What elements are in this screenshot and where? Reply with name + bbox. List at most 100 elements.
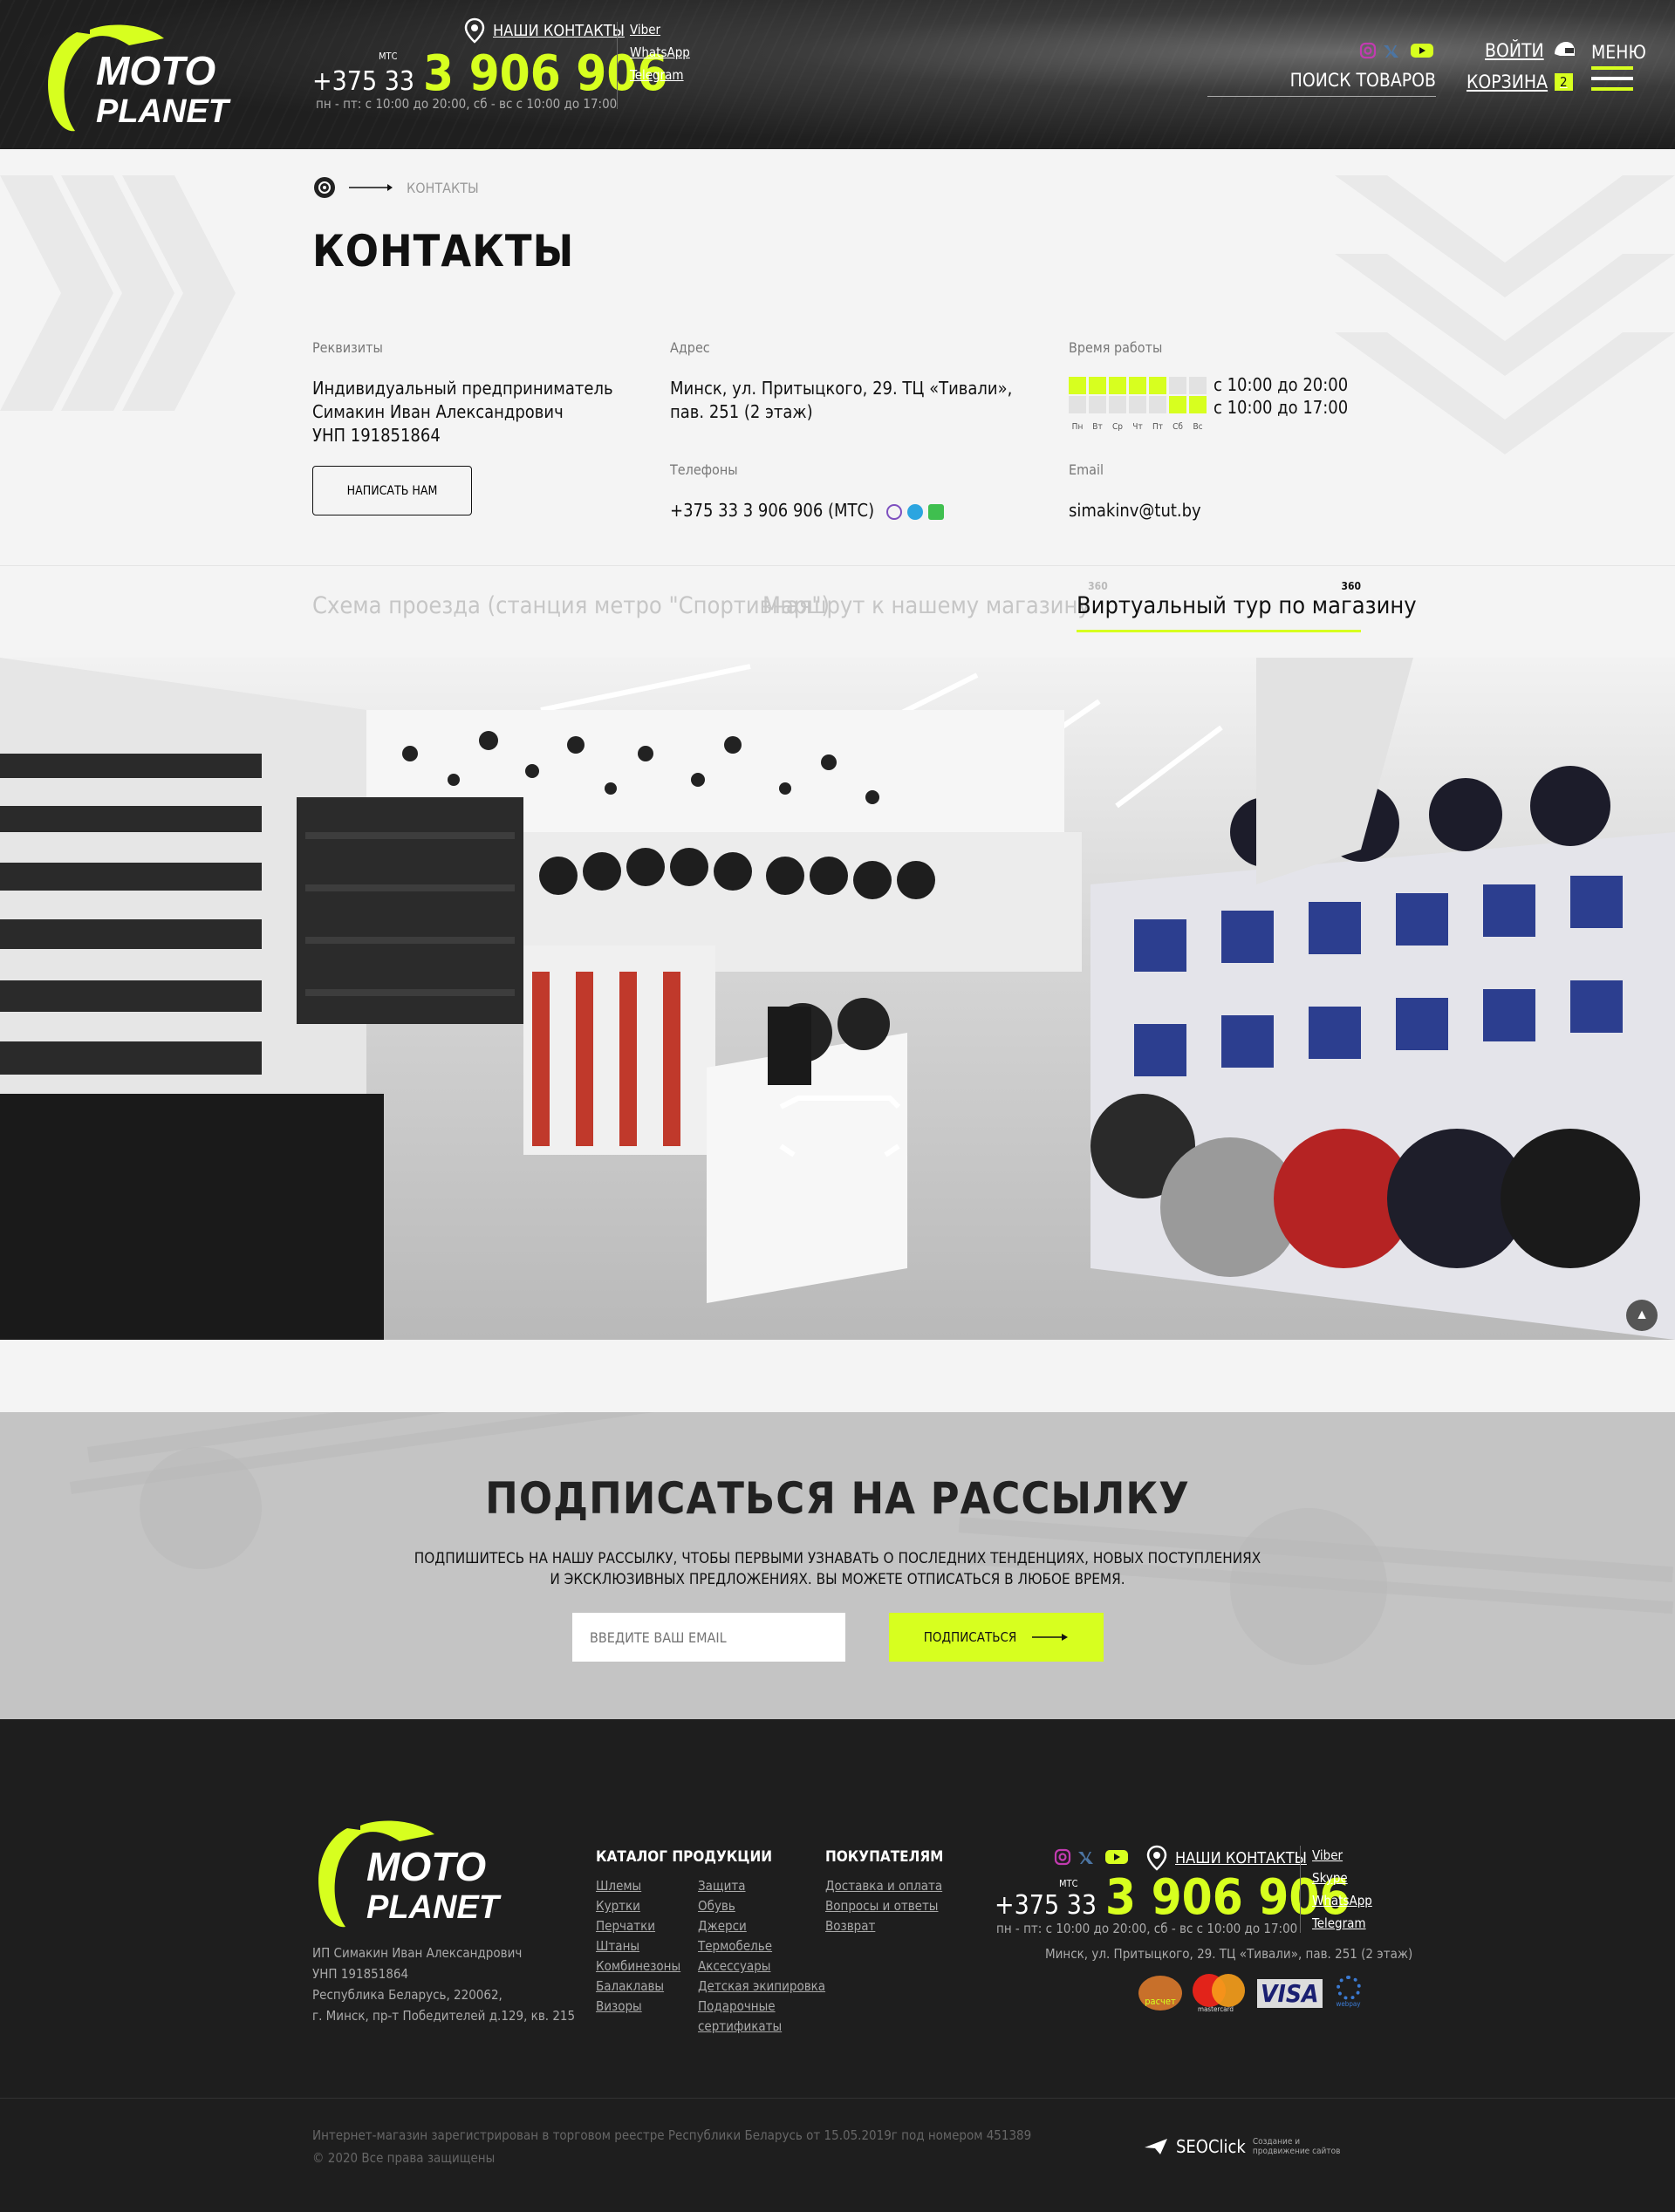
seo-tagline: Создание и продвижение сайтов [1252,2137,1341,2156]
phone-value[interactable]: +375 33 3 906 906 (МТС) [670,500,874,521]
whatsapp-link[interactable]: WhatsApp [1312,1893,1372,1908]
catalog-link[interactable]: Перчатки [596,1918,680,1934]
divider [1300,1846,1301,1933]
telegram-link[interactable]: Telegram [630,67,690,83]
tab-directions-scheme[interactable]: Схема проезда (станция метро "Спортивная… [312,592,830,619]
catalog-link[interactable]: Детская экипировка [698,1978,825,1994]
svg-text:PLANET: PLANET [96,93,231,130]
address-line: Минск, ул. Притыцкого, 29. ТЦ «Тивали», [670,378,1013,399]
svg-text:MOTO: MOTO [96,48,215,93]
burger-menu-icon[interactable] [1591,66,1633,98]
contacts-section: КОНТАКТЫ КОНТАКТЫ Реквизиты Индивидуальн… [0,149,1675,565]
buyers-link[interactable]: Вопросы и ответы [825,1898,942,1914]
requisites-line: Индивидуальный предприниматель [312,378,613,399]
seo-brand: SEOClick [1176,2136,1246,2157]
menu-label[interactable]: МЕНЮ [1591,42,1646,63]
registry-text: Интернет-магазин зарегистрирован в торго… [312,2127,1032,2143]
catalog-list-2: Защита Обувь Джерси Термобелье Аксессуар… [698,1878,825,2034]
telegram-link[interactable]: Telegram [1312,1915,1372,1931]
virtual-tour-panorama[interactable]: ▲ [0,658,1675,1340]
legal-line: г. Минск, пр-т Победителей д.129, кв. 21… [312,2008,576,2024]
compass-icon[interactable]: ▲ [1626,1300,1658,1331]
day-label: Ср [1112,422,1123,432]
buyers-link[interactable]: Возврат [825,1918,942,1934]
vk-icon[interactable] [1382,42,1405,59]
buyers-link[interactable]: Доставка и оплата [825,1878,942,1894]
vk-icon[interactable] [1077,1848,1099,1866]
breadcrumb-current: КОНТАКТЫ [407,179,479,196]
tab-virtual-tour[interactable]: Виртуальный тур по магазину 360 [1077,580,1417,632]
chevron-decoration-right [1335,175,1675,454]
instagram-icon[interactable] [1054,1848,1071,1866]
viber-icon[interactable] [885,503,902,520]
location-pin-icon [464,17,485,44]
footer-address: Минск, ул. Притыцкого, 29. ТЦ «Тивали», … [1045,1946,1413,1962]
write-us-button[interactable]: НАПИСАТЬ НАМ [312,466,472,515]
seoclick-credit[interactable]: SEOClick Создание и продвижение сайтов [1143,2136,1340,2157]
copyright-text: © 2020 Все права защищены [312,2150,496,2166]
catalog-link[interactable]: Подарочные [698,1998,825,2014]
login-link[interactable]: ВОЙТИ [1485,40,1576,61]
footer-phone[interactable]: +375 33 3 906 906 [995,1869,1350,1926]
schedule-block: Время работы Пн Вт Ср Чт Пт Сб Вс с 10:0… [1069,336,1348,439]
viber-link[interactable]: Viber [630,22,690,38]
youtube-icon[interactable] [1410,42,1434,59]
360-icon: 360 [1341,580,1361,592]
footer-registry: Интернет-магазин зарегистрирован в торго… [312,2124,1031,2169]
helmet-icon [1554,42,1575,56]
email-block: Email simakinv@tut.by [1069,458,1201,522]
phone-prefix: +375 33 [995,1890,1097,1921]
requisites-line: УНП 191851864 [312,425,441,446]
tab-route-to-store[interactable]: Маршрут к нашему магазину 360 [762,580,1108,619]
cart-link[interactable]: КОРЗИНА 2 [1466,72,1573,92]
telegram-icon[interactable] [906,503,923,520]
svg-text:MOTO: MOTO [366,1844,486,1889]
whatsapp-icon[interactable] [927,503,944,520]
visa-logo: VISA [1257,1978,1323,2008]
store-interior-image [0,658,1675,1340]
catalog-link[interactable]: Визоры [596,1998,680,2014]
catalog-link[interactable]: Джерси [698,1918,825,1934]
viber-link[interactable]: Viber [1312,1847,1372,1863]
skype-link[interactable]: Skype [1312,1870,1372,1886]
our-contacts-link[interactable]: НАШИ КОНТАКТЫ [1145,1845,1307,1871]
catalog-link[interactable]: Балаклавы [596,1978,680,1994]
site-header: MOTO PLANET НАШИ КОНТАКТЫ +375 33 МТС 3 … [0,0,1675,149]
phone-prefix: +375 33 [312,66,415,97]
catalog-link[interactable]: Защита [698,1878,825,1894]
newsletter-line: И ЭКСКЛЮЗИВНЫХ ПРЕДЛОЖЕНИЯХ. ВЫ МОЖЕТЕ О… [550,1571,1125,1588]
subscribe-button[interactable]: ПОДПИСАТЬСЯ [889,1613,1104,1662]
whatsapp-link[interactable]: WhatsApp [630,44,690,60]
weekend-hours: с 10:00 до 17:00 [1214,397,1349,418]
moto-planet-logo[interactable]: MOTO PLANET [312,1815,530,1933]
newsletter-title: ПОДПИСАТЬСЯ НА РАССЫЛКУ [485,1473,1190,1524]
requisites-line: Симакин Иван Александрович [312,401,564,422]
catalog-link[interactable]: Аксессуары [698,1958,825,1974]
buyers-title: ПОКУПАТЕЛЯМ [825,1848,944,1866]
legal-line: Республика Беларусь, 220062, [312,1987,502,2003]
home-gear-icon[interactable] [312,175,337,200]
day-label: Вс [1193,422,1203,432]
youtube-icon[interactable] [1104,1848,1129,1866]
email-input[interactable] [572,1613,845,1662]
email-value[interactable]: simakinv@tut.by [1069,499,1201,522]
footer-social-links [1054,1848,1129,1866]
catalog-link[interactable]: Термобелье [698,1938,825,1954]
catalog-link[interactable]: Куртки [596,1898,680,1914]
phone-operator: МТС [379,51,398,62]
header-phone[interactable]: +375 33 МТС 3 906 906 [312,45,667,102]
requisites-block: Реквизиты Индивидуальный предприниматель… [312,336,613,447]
moto-planet-logo[interactable]: MOTO PLANET [42,19,260,137]
legal-line: ИП Симакин Иван Александрович [312,1945,523,1961]
our-contacts-link[interactable]: НАШИ КОНТАКТЫ [463,17,625,44]
catalog-link[interactable]: сертификаты [698,2018,825,2034]
catalog-link[interactable]: Шлемы [596,1878,680,1894]
phones-label: Телефоны [670,461,738,478]
catalog-link[interactable]: Комбинезоны [596,1958,680,1974]
catalog-link[interactable]: Штаны [596,1938,680,1954]
requisites-label: Реквизиты [312,339,383,356]
instagram-icon[interactable] [1359,42,1377,59]
catalog-link[interactable]: Обувь [698,1898,825,1914]
webpay-logo: webpay [1333,1976,1364,2011]
product-search[interactable]: ПОИСК ТОВАРОВ [1207,70,1436,97]
